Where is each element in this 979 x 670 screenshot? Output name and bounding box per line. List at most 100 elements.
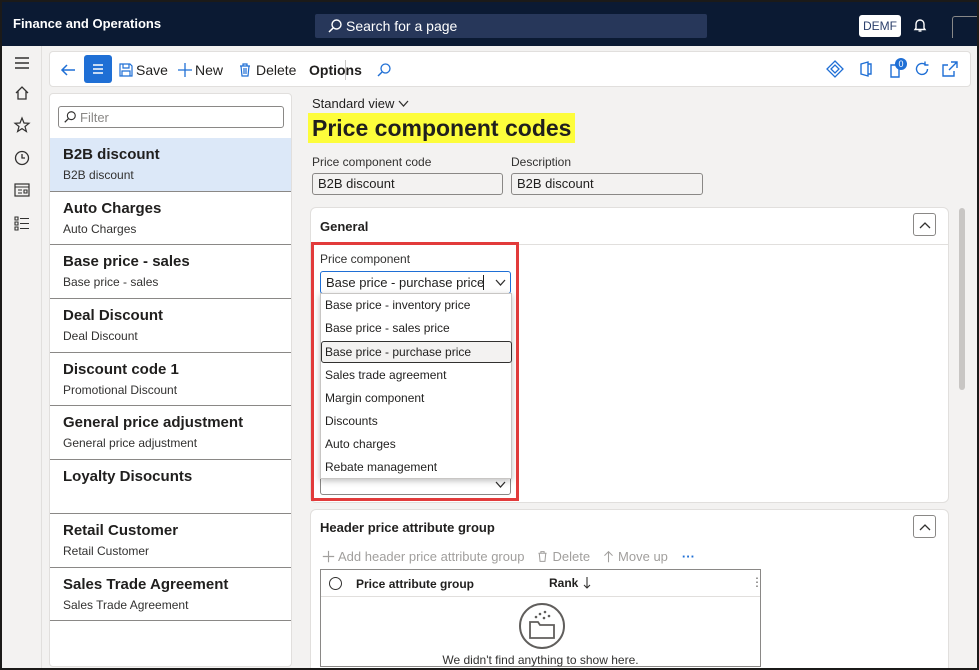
text-cursor bbox=[483, 275, 484, 290]
price-component-dropdown[interactable]: Base price - purchase price bbox=[320, 271, 511, 294]
chevron-down-icon bbox=[495, 279, 506, 286]
list-item-subtitle: Auto Charges bbox=[63, 221, 137, 236]
save-label: Save bbox=[136, 62, 168, 78]
list-item[interactable]: Loyalty Disocunts bbox=[50, 460, 291, 514]
collapse-button[interactable] bbox=[913, 515, 936, 538]
view-name: Standard view bbox=[312, 96, 395, 111]
dropdown-option[interactable]: Margin component bbox=[325, 388, 508, 410]
dropdown-option[interactable]: Rebate management bbox=[325, 457, 508, 479]
list-item[interactable]: Auto Charges Auto Charges bbox=[50, 192, 291, 246]
list-item[interactable]: General price adjustment General price ad… bbox=[50, 406, 291, 461]
save-icon bbox=[119, 63, 133, 77]
list-item[interactable]: Sales Trade Agreement Sales Trade Agreeme… bbox=[50, 568, 291, 622]
dropdown-value: Base price - purchase price bbox=[326, 275, 485, 290]
clock-icon[interactable] bbox=[13, 149, 31, 167]
list-item-subtitle: Sales Trade Agreement bbox=[63, 597, 189, 612]
dropdown-options: Base price - inventory price Base price … bbox=[320, 293, 512, 479]
search-icon bbox=[328, 19, 342, 33]
list-item[interactable]: Discount code 1 Promotional Discount bbox=[50, 353, 291, 407]
list-item-title: Discount code 1 bbox=[63, 360, 179, 378]
top-bar: Finance and Operations Search for a page… bbox=[2, 2, 977, 46]
save-button[interactable]: Save bbox=[118, 52, 168, 88]
action-pane: Save New Delete Options 0 bbox=[49, 51, 971, 87]
trash-icon bbox=[538, 551, 548, 562]
new-button[interactable]: New bbox=[177, 52, 223, 88]
back-button[interactable] bbox=[59, 52, 77, 88]
code-field[interactable]: B2B discount bbox=[312, 173, 503, 195]
dropdown-option[interactable]: Sales trade agreement bbox=[325, 365, 508, 387]
list-item-subtitle: B2B discount bbox=[63, 168, 134, 182]
attachments-button[interactable]: 0 bbox=[888, 58, 908, 80]
column-header-rank[interactable]: Rank bbox=[549, 576, 591, 590]
list-item-subtitle: Retail Customer bbox=[63, 543, 150, 558]
list-icon bbox=[93, 64, 103, 74]
empty-folder-icon bbox=[519, 603, 565, 649]
home-icon[interactable] bbox=[13, 84, 31, 102]
select-all-radio[interactable] bbox=[329, 577, 342, 590]
grid-toolbar: Add header price attribute group Delete … bbox=[322, 549, 695, 564]
delete-button[interactable]: Delete bbox=[237, 52, 296, 88]
options-tab[interactable]: Options bbox=[309, 52, 362, 88]
list-item[interactable]: Deal Discount Deal Discount bbox=[50, 299, 291, 353]
dropdown-option-selected[interactable]: Base price - purchase price bbox=[321, 341, 512, 363]
workspace-icon[interactable] bbox=[13, 181, 31, 199]
list-item-title: Deal Discount bbox=[63, 307, 164, 325]
star-icon[interactable] bbox=[13, 116, 31, 134]
plus-icon bbox=[178, 63, 192, 77]
modules-icon[interactable] bbox=[13, 214, 31, 232]
back-arrow-icon bbox=[60, 64, 75, 76]
action-search-button[interactable] bbox=[376, 52, 392, 88]
search-icon bbox=[377, 63, 391, 77]
add-group-button[interactable]: Add header price attribute group bbox=[338, 549, 524, 564]
description-field[interactable]: B2B discount bbox=[511, 173, 703, 195]
list-toggle-button[interactable] bbox=[84, 55, 112, 83]
chevron-down-icon bbox=[495, 481, 506, 488]
dropdown-option[interactable]: Base price - sales price bbox=[325, 318, 508, 340]
dropdown-option[interactable]: Discounts bbox=[325, 411, 508, 433]
filter-input[interactable]: Filter bbox=[58, 106, 284, 128]
column-options-icon[interactable]: ⋮ bbox=[751, 575, 763, 589]
dropdown-option[interactable]: Auto charges bbox=[325, 434, 508, 456]
more-button[interactable]: ··· bbox=[682, 549, 695, 564]
refresh-icon[interactable] bbox=[913, 60, 931, 78]
dropdown-option[interactable]: Base price - inventory price bbox=[325, 295, 508, 317]
list-item[interactable]: Base price - sales Base price - sales bbox=[50, 245, 291, 300]
list-item-title: Loyalty Disocunts bbox=[63, 468, 193, 486]
page-search[interactable]: Search for a page bbox=[315, 14, 707, 38]
list-item-title: Sales Trade Agreement bbox=[63, 575, 229, 593]
divider bbox=[321, 596, 760, 597]
nav-rail bbox=[2, 46, 42, 668]
sort-down-icon bbox=[583, 577, 591, 589]
rank-label: Rank bbox=[549, 576, 579, 590]
filter-placeholder: Filter bbox=[80, 109, 109, 125]
company-picker[interactable]: DEMF bbox=[859, 15, 901, 37]
search-icon bbox=[64, 111, 76, 123]
avatar[interactable] bbox=[952, 16, 977, 38]
description-label: Description bbox=[511, 155, 572, 169]
detail-pane: Standard view Price component codes Pric… bbox=[298, 93, 963, 668]
office-icon[interactable] bbox=[857, 60, 875, 78]
bell-icon[interactable] bbox=[912, 17, 928, 36]
list-item-subtitle: Base price - sales bbox=[63, 275, 159, 290]
move-up-button[interactable]: Move up bbox=[618, 549, 668, 564]
collapse-button[interactable] bbox=[913, 213, 936, 236]
list-item[interactable]: Retail Customer Retail Customer bbox=[50, 514, 291, 568]
diamond-icon[interactable] bbox=[826, 60, 844, 78]
column-header-group[interactable]: Price attribute group bbox=[356, 577, 474, 591]
new-label: New bbox=[195, 62, 224, 78]
list-item-title: Base price - sales bbox=[63, 253, 190, 271]
chevron-down-icon bbox=[398, 100, 409, 107]
view-selector[interactable]: Standard view bbox=[312, 96, 409, 111]
list-item[interactable]: B2B discount B2B discount bbox=[50, 138, 291, 192]
trash-icon bbox=[240, 63, 250, 77]
list-item-title: General price adjustment bbox=[63, 414, 244, 432]
code-label: Price component code bbox=[312, 155, 432, 169]
list-item-title: B2B discount bbox=[63, 146, 160, 163]
arrow-up-icon bbox=[604, 550, 613, 563]
delete-group-button[interactable]: Delete bbox=[552, 549, 590, 564]
hamburger-icon[interactable] bbox=[13, 54, 31, 72]
header-group-title: Header price attribute group bbox=[320, 520, 495, 535]
open-new-window-icon[interactable] bbox=[941, 60, 959, 78]
search-placeholder: Search for a page bbox=[346, 18, 458, 34]
scrollbar[interactable] bbox=[959, 208, 965, 390]
